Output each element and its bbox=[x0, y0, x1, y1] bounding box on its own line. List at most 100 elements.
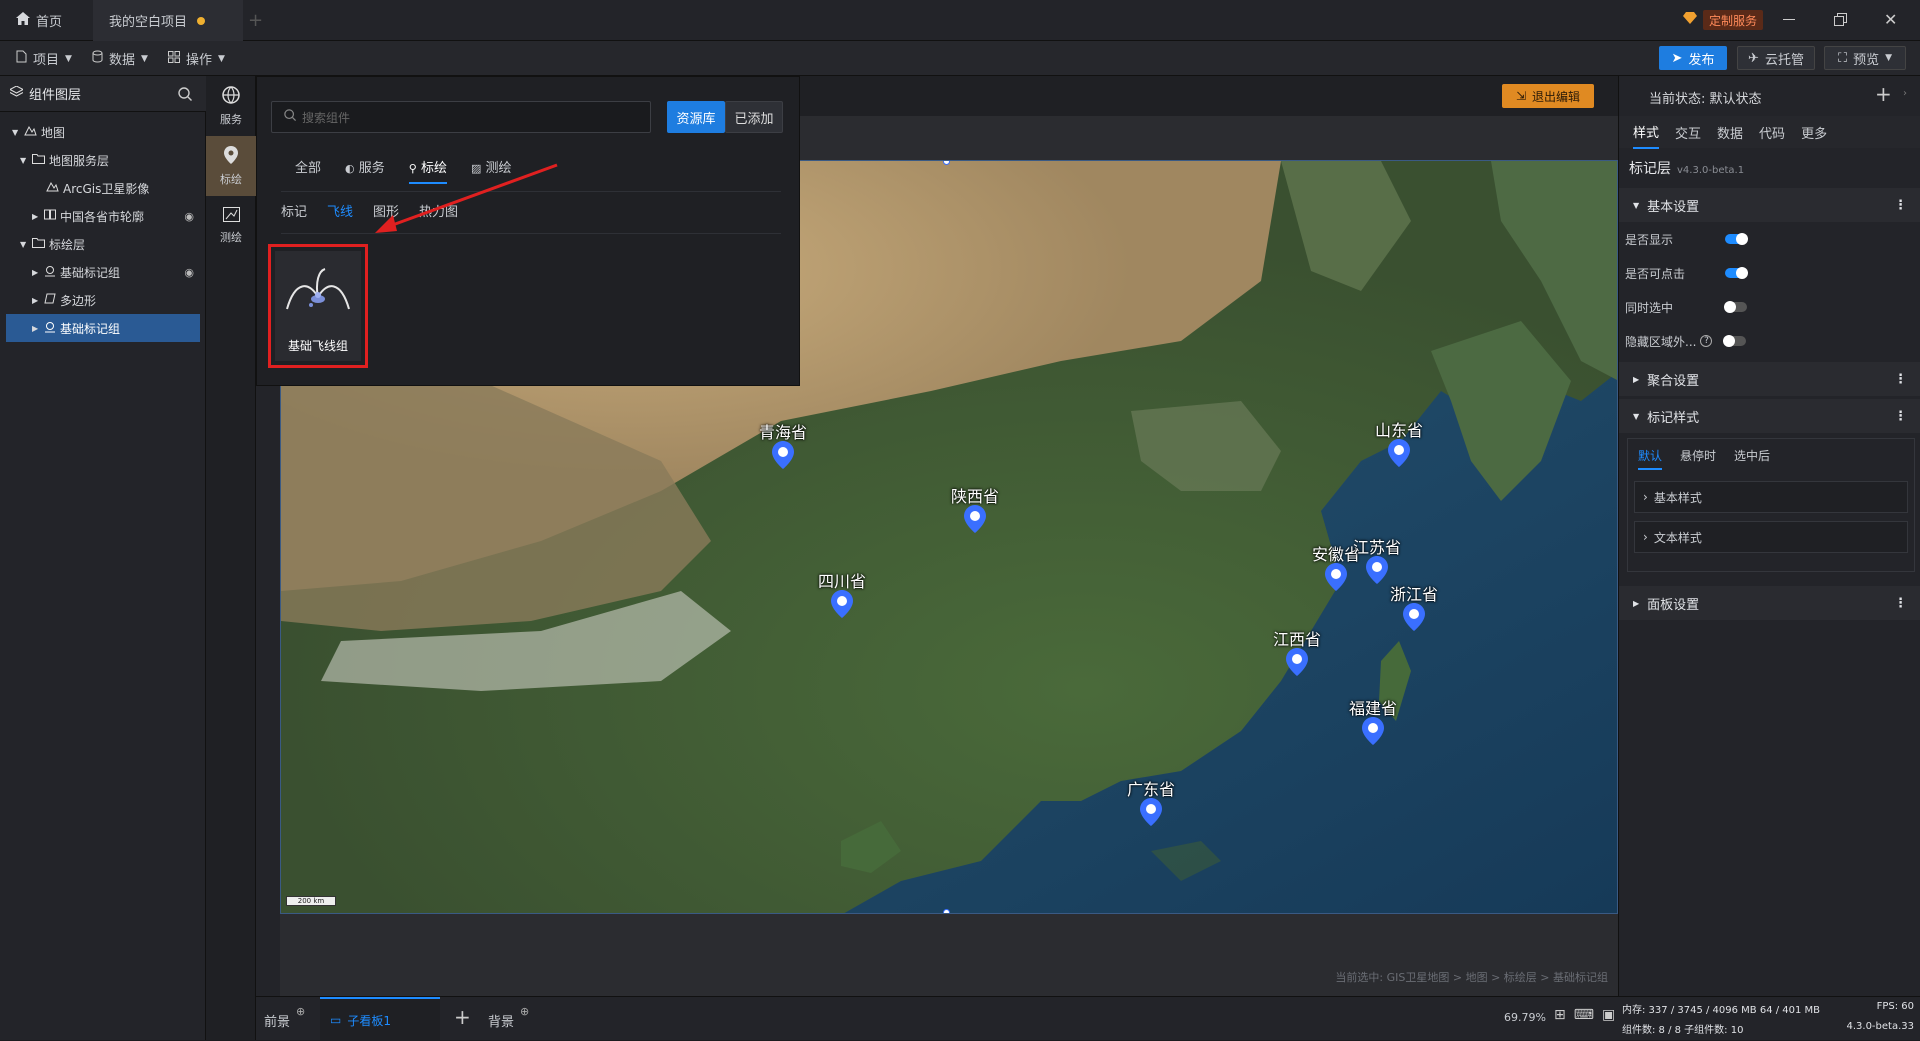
component-search-input[interactable]: 搜索组件 bbox=[271, 101, 651, 133]
tree-item-map[interactable]: ▼ 地图 bbox=[0, 118, 206, 146]
tab-sub-board[interactable]: ▭ 子看板1 bbox=[320, 997, 440, 1041]
help-icon[interactable]: ? bbox=[1700, 335, 1713, 347]
tree-item-polygon[interactable]: ▶ 多边形 bbox=[0, 286, 206, 314]
hide-outside-toggle[interactable] bbox=[1723, 335, 1747, 347]
category-survey[interactable]: 测绘 bbox=[206, 196, 256, 256]
marker-group-icon bbox=[44, 265, 56, 280]
map-marker[interactable]: 四川省 bbox=[787, 568, 897, 618]
more-vertical-icon[interactable]: ⋮ bbox=[1894, 372, 1907, 387]
map-marker[interactable]: 陕西省 bbox=[920, 483, 1030, 533]
section-basic-settings[interactable]: ▼ 基本设置 ⋮ bbox=[1619, 188, 1920, 222]
tree-item-plot-layer[interactable]: ▼ 标绘层 bbox=[0, 230, 206, 258]
menu-project[interactable]: 项目 ▼ bbox=[4, 41, 84, 76]
menu-project-label: 项目 bbox=[33, 53, 60, 68]
section-panel-settings[interactable]: ▶ 面板设置 ⋮ bbox=[1619, 586, 1920, 620]
tab-resource-library[interactable]: 资源库 bbox=[667, 101, 725, 133]
add-foreground-icon[interactable]: ⊕ bbox=[296, 1005, 305, 1018]
tab-interact[interactable]: 交互 bbox=[1675, 123, 1701, 142]
eye-hidden-icon[interactable]: ◉ bbox=[184, 266, 194, 279]
keyboard-icon[interactable]: ⌨ bbox=[1574, 1007, 1594, 1023]
chevron-right-icon[interactable]: › bbox=[1903, 88, 1907, 99]
caret-down-icon[interactable]: ▼ bbox=[12, 128, 24, 137]
add-board-button[interactable]: + bbox=[454, 1005, 471, 1029]
tab-background[interactable]: 背景 bbox=[488, 1011, 514, 1030]
caret-right-icon[interactable]: ▶ bbox=[32, 268, 44, 277]
preview-button[interactable]: ⛶ 预览 ▼ bbox=[1824, 46, 1906, 70]
custom-service-button[interactable]: 定制服务 bbox=[1683, 10, 1764, 30]
tree-item-marker-group-2[interactable]: ▶ 基础标记组 bbox=[6, 314, 200, 342]
clickable-toggle[interactable] bbox=[1725, 267, 1748, 279]
marker-label: 福建省 bbox=[1348, 699, 1397, 718]
tree-item-arcgis[interactable]: ArcGis卫星影像 bbox=[0, 174, 206, 202]
subcategory-marker[interactable]: 标记 bbox=[281, 201, 307, 220]
tab-project[interactable]: 我的空白项目 bbox=[93, 0, 243, 41]
tab-more[interactable]: 更多 bbox=[1801, 123, 1827, 142]
visible-toggle[interactable] bbox=[1725, 233, 1748, 245]
more-vertical-icon[interactable]: ⋮ bbox=[1894, 596, 1907, 611]
component-card-flyline[interactable]: 基础飞线组 bbox=[275, 251, 361, 361]
new-tab-button[interactable]: + bbox=[248, 10, 263, 31]
restore-button[interactable] bbox=[1834, 13, 1848, 27]
eye-hidden-icon[interactable]: ◉ bbox=[184, 210, 194, 223]
minimize-button[interactable] bbox=[1783, 12, 1799, 28]
caret-down-icon: ▼ bbox=[1633, 200, 1640, 210]
tab-added[interactable]: 已添加 bbox=[725, 101, 783, 133]
zoom-level[interactable]: 69.79% bbox=[1504, 1011, 1546, 1024]
plane-icon: ✈ bbox=[1748, 50, 1759, 66]
add-state-button[interactable]: + bbox=[1875, 82, 1892, 106]
caret-right-icon[interactable]: ▶ bbox=[32, 212, 44, 221]
location-pin-icon bbox=[1388, 439, 1410, 467]
caret-down-icon[interactable]: ▼ bbox=[20, 240, 32, 249]
resize-handle[interactable] bbox=[943, 909, 950, 913]
state-tab-hover[interactable]: 悬停时 bbox=[1680, 447, 1716, 470]
cloud-button[interactable]: ✈ 云托管 bbox=[1737, 46, 1815, 70]
category-plot[interactable]: 标绘 bbox=[206, 136, 256, 196]
tree-item-map-service-layer[interactable]: ▼ 地图服务层 bbox=[0, 146, 206, 174]
fit-screen-icon[interactable]: ⊞ bbox=[1554, 1007, 1566, 1023]
subsection-text-style[interactable]: › 文本样式 bbox=[1634, 521, 1908, 553]
map-marker[interactable]: 江西省 bbox=[1242, 626, 1352, 676]
flyline-preview-icon bbox=[286, 268, 350, 310]
publish-button[interactable]: ➤ 发布 bbox=[1659, 46, 1727, 70]
more-vertical-icon[interactable]: ⋮ bbox=[1894, 198, 1907, 213]
map-marker[interactable]: 山东省 bbox=[1344, 417, 1454, 467]
search-icon bbox=[284, 109, 296, 125]
tab-home[interactable]: 首页 bbox=[0, 0, 92, 41]
tab-data[interactable]: 数据 bbox=[1717, 123, 1743, 142]
marker-label: 山东省 bbox=[1374, 421, 1423, 440]
map-marker[interactable]: 浙江省 bbox=[1359, 581, 1469, 631]
state-tab-selected[interactable]: 选中后 bbox=[1734, 447, 1770, 470]
tab-foreground[interactable]: 前景 bbox=[264, 1011, 290, 1030]
tab-code[interactable]: 代码 bbox=[1759, 123, 1785, 142]
tree-item-marker-group-1[interactable]: ▶ 基础标记组 ◉ bbox=[0, 258, 206, 286]
marker-label: 江西省 bbox=[1272, 630, 1321, 649]
caret-right-icon[interactable]: ▶ bbox=[32, 324, 44, 333]
book-icon bbox=[44, 209, 56, 223]
state-tab-default[interactable]: 默认 bbox=[1638, 447, 1663, 470]
caret-down-icon[interactable]: ▼ bbox=[20, 156, 32, 165]
exit-edit-button[interactable]: ⇲ 退出编辑 bbox=[1502, 84, 1594, 108]
map-marker[interactable]: 福建省 bbox=[1318, 695, 1428, 745]
multi-select-toggle[interactable] bbox=[1724, 301, 1747, 313]
map-marker[interactable]: 青海省 bbox=[728, 419, 838, 469]
map-marker[interactable]: 江苏省 bbox=[1322, 534, 1432, 584]
category-all[interactable]: 全部 bbox=[295, 157, 321, 184]
map-marker[interactable]: 广东省 bbox=[1096, 776, 1206, 826]
more-vertical-icon[interactable]: ⋮ bbox=[1894, 409, 1907, 424]
subsection-basic-style[interactable]: › 基本样式 bbox=[1634, 481, 1908, 513]
section-marker-style[interactable]: ▼ 标记样式 ⋮ bbox=[1619, 399, 1920, 433]
tab-style[interactable]: 样式 bbox=[1633, 116, 1660, 149]
section-aggregation[interactable]: ▶ 聚合设置 ⋮ bbox=[1619, 362, 1920, 396]
add-background-icon[interactable]: ⊕ bbox=[520, 1005, 529, 1018]
terminal-icon[interactable]: ▣ bbox=[1602, 1007, 1615, 1023]
menu-data[interactable]: 数据 ▼ bbox=[80, 41, 160, 76]
layers-icon bbox=[8, 84, 25, 102]
category-service[interactable]: 服务 bbox=[206, 76, 256, 136]
subcategory-flyline[interactable]: 飞线 bbox=[327, 201, 353, 220]
marker-label: 浙江省 bbox=[1389, 585, 1438, 604]
search-icon[interactable] bbox=[178, 87, 192, 105]
tree-item-province-outline[interactable]: ▶ 中国各省市轮廓 ◉ bbox=[0, 202, 206, 230]
close-button[interactable]: ✕ bbox=[1884, 10, 1897, 29]
menu-operate[interactable]: 操作 ▼ bbox=[156, 41, 237, 76]
caret-right-icon[interactable]: ▶ bbox=[32, 296, 44, 305]
